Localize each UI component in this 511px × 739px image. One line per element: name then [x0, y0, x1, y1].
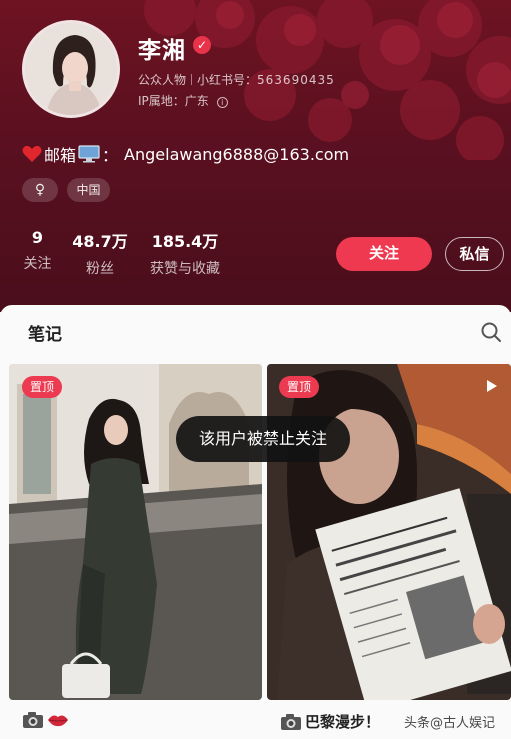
- note-card[interactable]: 置顶: [9, 364, 262, 700]
- stat-following[interactable]: 9 关注: [21, 228, 54, 273]
- redbook-id-label: 小红书号：: [197, 73, 258, 87]
- note-caption[interactable]: 巴黎漫步！: [280, 711, 380, 732]
- following-count: 9: [31, 228, 44, 247]
- ip-location-row: IP属地：广东 i: [138, 92, 228, 109]
- camera-icon: [281, 713, 301, 730]
- note-caption[interactable]: [22, 711, 69, 729]
- computer-icon: [78, 145, 100, 163]
- watermark: 头条@古人娱记: [404, 716, 496, 731]
- category-label: 公众人物: [138, 73, 187, 87]
- notes-section: 笔记 置顶 置顶: [0, 305, 511, 739]
- follow-button[interactable]: 关注: [336, 237, 432, 271]
- fans-label: 粉丝: [86, 261, 114, 277]
- stat-likes[interactable]: 185.4万 获赞与收藏: [146, 228, 224, 278]
- meta-divider: [191, 74, 193, 85]
- pinned-badge: 置顶: [22, 376, 63, 398]
- pinned-badge: 置顶: [279, 376, 320, 398]
- following-label: 关注: [23, 256, 52, 272]
- gender-tag: ♀: [22, 178, 58, 202]
- toast-message: 该用户被禁止关注: [176, 416, 350, 462]
- bio-email: Angelawang6888@163.com: [124, 144, 350, 164]
- redbook-id[interactable]: 563690435: [257, 73, 335, 87]
- profile-name: 李湘: [138, 38, 186, 64]
- search-icon[interactable]: [480, 321, 502, 343]
- ip-location: IP属地：广东: [138, 94, 209, 108]
- lips-icon: [48, 715, 68, 727]
- note-caption-text: 巴黎漫步！: [305, 713, 381, 731]
- bio-email-label: 邮箱: [44, 146, 77, 165]
- profile-header: 李湘 ✓ 公众人物 小红书号：563690435 IP属地：广东 i 邮箱 ： An…: [0, 0, 511, 312]
- avatar[interactable]: [22, 20, 120, 118]
- note-cover-image: [9, 364, 262, 700]
- message-button[interactable]: 私信: [445, 237, 504, 271]
- fans-count: 48.7万: [72, 232, 128, 251]
- tab-notes[interactable]: 笔记: [28, 320, 62, 345]
- likes-label: 获赞与收藏: [150, 261, 220, 277]
- note-cover-image: [267, 364, 511, 700]
- profile-meta: 公众人物 小红书号：563690435: [138, 71, 335, 88]
- heart-icon: [22, 145, 42, 162]
- region-tag: 中国: [67, 178, 110, 202]
- stat-fans[interactable]: 48.7万 粉丝: [70, 228, 130, 278]
- verified-badge-icon: ✓: [193, 36, 211, 54]
- bio-colon: ：: [102, 146, 119, 165]
- camera-icon: [23, 712, 43, 728]
- bio: 邮箱 ： Angelawang6888@163.com: [22, 142, 349, 166]
- video-play-icon: [487, 380, 497, 392]
- note-card[interactable]: 置顶: [267, 364, 511, 700]
- likes-count: 185.4万: [151, 232, 219, 251]
- info-icon[interactable]: i: [216, 97, 228, 108]
